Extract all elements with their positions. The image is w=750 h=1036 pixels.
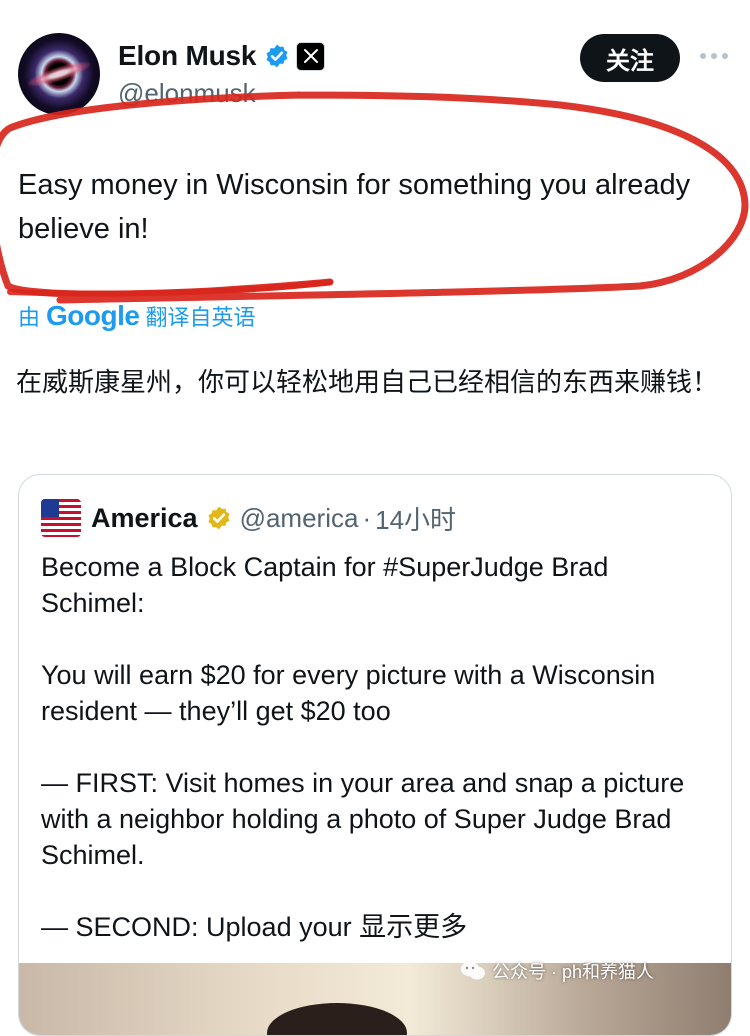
quote-paragraph-last: — SECOND: Upload your 显示更多 (41, 909, 713, 945)
translate-link[interactable]: 由 Google 翻译自英语 (18, 300, 255, 332)
google-logo: Google (46, 300, 140, 331)
quote-paragraph: Become a Block Captain for #SuperJudge B… (41, 552, 609, 618)
quote-separator: · (362, 502, 372, 533)
translate-suffix: 翻译自英语 (145, 305, 256, 330)
translated-text: 在威斯康星州，你可以轻松地用自己已经相信的东西来赚钱！ (16, 367, 719, 397)
show-more-link[interactable]: 显示更多 (359, 912, 467, 942)
quote-timestamp[interactable]: 14小时 (375, 500, 456, 537)
tweet-text: Easy money in Wisconsin for something yo… (18, 169, 691, 245)
author-avatar[interactable] (18, 33, 100, 115)
more-horizontal-icon[interactable] (698, 48, 730, 64)
quote-paragraph: — SECOND: Upload your (41, 912, 352, 942)
translate-prefix: 由 (18, 305, 41, 330)
follow-button[interactable]: 关注 (580, 34, 680, 82)
gold-check-icon (208, 506, 230, 530)
quote-body: Become a Block Captain for #SuperJudge B… (41, 549, 713, 981)
x-affiliate-icon (296, 41, 326, 71)
author-name-row: Elon Musk (118, 40, 326, 72)
quote-author-name[interactable]: America (91, 503, 198, 534)
author-name[interactable]: Elon Musk (118, 40, 256, 72)
wechat-icon (461, 961, 485, 980)
verified-check-icon (266, 44, 288, 68)
quote-author-handle[interactable]: @america (240, 503, 359, 534)
watermark: 公众号 · ph和养猫人 (460, 958, 654, 984)
quote-tweet-card[interactable]: America @america · 14小时 Become a Block C… (18, 474, 732, 1036)
watermark-text: 公众号 · ph和养猫人 (492, 962, 655, 982)
quote-paragraph: You will earn $20 for every picture with… (41, 660, 656, 726)
tweet-header: Elon Musk @elonmusk 关注 (0, 0, 750, 120)
quote-header: America @america · 14小时 (41, 499, 456, 537)
author-handle[interactable]: @elonmusk (118, 78, 256, 109)
us-flag-icon (41, 499, 81, 537)
quote-paragraph: — FIRST: Visit homes in your area and sn… (41, 768, 685, 870)
